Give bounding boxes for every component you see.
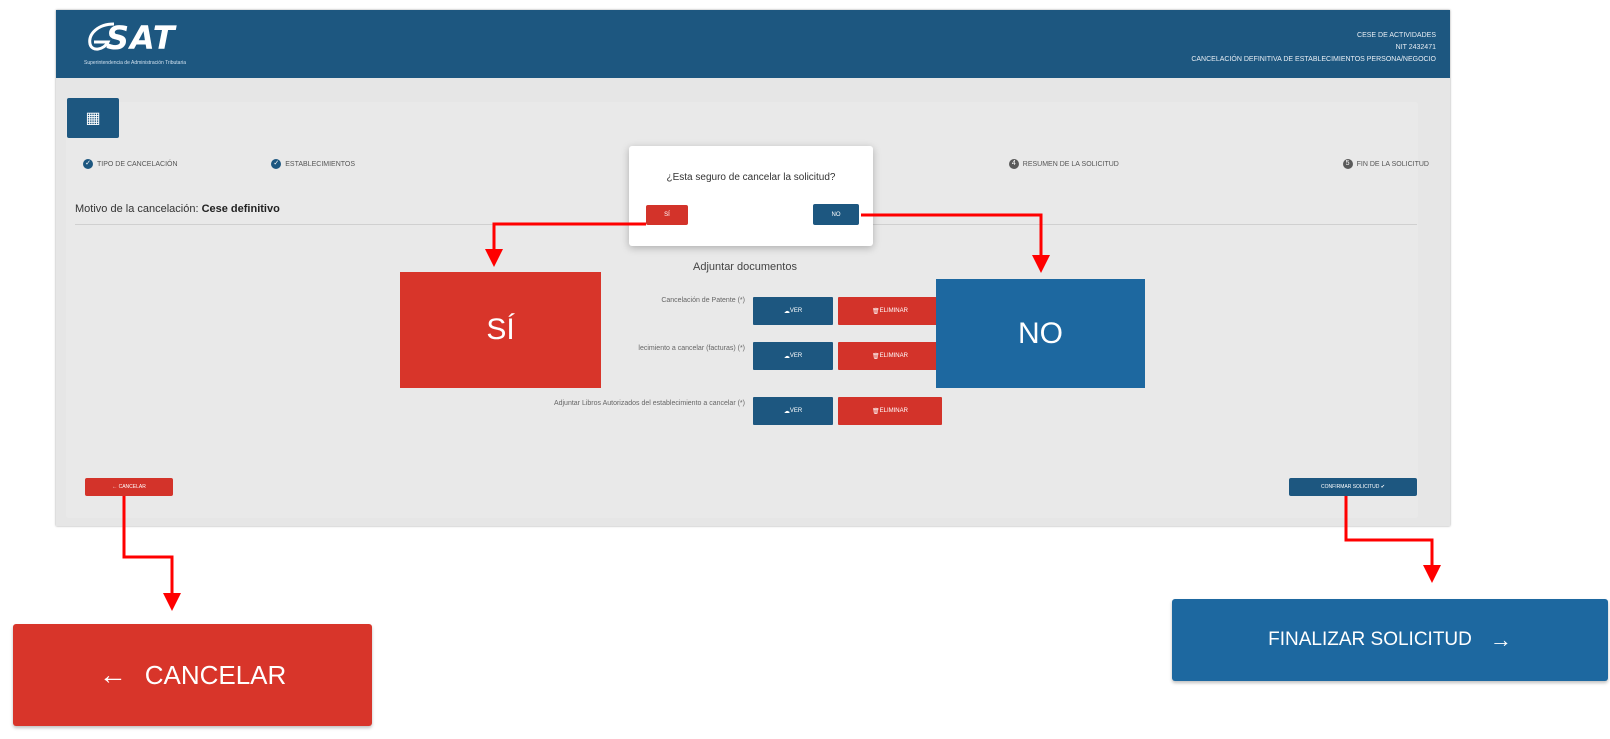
cancel-button[interactable]: ← CANCELAR: [85, 478, 173, 496]
step-resumen[interactable]: 4 RESUMEN DE LA SOLICITUD: [1008, 159, 1119, 169]
dialog-no-button[interactable]: NO: [813, 204, 859, 225]
adjuntar-title: Adjuntar documentos: [693, 261, 797, 273]
doc-label-libros: Adjuntar Libros Autorizados del establec…: [553, 400, 745, 407]
header-info-process: CANCELACIÓN DEFINITIVA DE ESTABLECIMIENT…: [1191, 56, 1436, 63]
callout-no: NO: [936, 279, 1145, 388]
step-label: ESTABLECIMIENTOS: [285, 160, 356, 168]
header-info-title: CESE DE ACTIVIDADES: [1357, 32, 1436, 39]
dialog-yes-button[interactable]: SÍ: [646, 205, 688, 225]
check-circle-icon: ✔: [1380, 484, 1385, 490]
confirm-dialog: ¿Esta seguro de cancelar la solicitud? S…: [629, 146, 873, 246]
top-bar: SAT Superintendencia de Administración T…: [56, 10, 1450, 78]
confirm-label: CONFIRMAR SOLICITUD: [1321, 484, 1380, 490]
doc-label-facturas: lecimiento a cancelar (facturas) (*): [638, 345, 745, 352]
app-screenshot: SAT Superintendencia de Administración T…: [56, 10, 1450, 526]
header-info: CESE DE ACTIVIDADES NIT 2432471 CANCELAC…: [1191, 30, 1436, 66]
logo-subtitle: Superintendencia de Administración Tribu…: [84, 60, 187, 66]
step-tipo-cancelacion[interactable]: ✓ TIPO DE CANCELACIÓN: [83, 159, 178, 169]
arrow-right-icon: →: [1489, 627, 1512, 652]
logo-swoosh-icon: [88, 22, 115, 51]
eliminar-button[interactable]: 🗑 ELIMINAR: [838, 342, 942, 370]
motivo-label: Motivo de la cancelación:: [75, 203, 199, 215]
check-icon: ✓: [83, 159, 93, 169]
callout-finalizar-button: FINALIZAR SOLICITUD →: [1172, 599, 1608, 681]
motivo-cancelacion: Motivo de la cancelación: Cese definitiv…: [75, 203, 280, 215]
step-number-badge: 5: [1342, 159, 1353, 169]
doc-label-patente: Cancelación de Patente (*): [661, 297, 745, 304]
step-number-badge: 4: [1008, 159, 1019, 169]
step-label: TIPO DE CANCELACIÓN: [97, 160, 178, 168]
step-establecimientos[interactable]: ✓ ESTABLECIMIENTOS: [271, 159, 355, 169]
check-icon: ✓: [271, 159, 282, 169]
confirm-button[interactable]: CONFIRMAR SOLICITUD ✔: [1289, 478, 1417, 496]
motivo-value: Cese definitivo: [201, 203, 280, 215]
callout-si: SÍ: [400, 272, 601, 388]
step-label: RESUMEN DE LA SOLICITUD: [1022, 160, 1119, 168]
eliminar-button[interactable]: 🗑 ELIMINAR: [838, 397, 942, 425]
ver-button[interactable]: ☁ VER: [753, 342, 833, 370]
sat-logo: SAT Superintendencia de Administración T…: [84, 22, 186, 66]
ver-button[interactable]: ☁ VER: [753, 297, 833, 325]
dialog-question: ¿Esta seguro de cancelar la solicitud?: [666, 172, 836, 183]
ver-button[interactable]: ☁ VER: [753, 397, 833, 425]
arrow-left-icon: ←: [98, 659, 127, 690]
building-icon: ▦: [67, 98, 119, 138]
eliminar-button[interactable]: 🗑 ELIMINAR: [838, 297, 942, 325]
step-fin[interactable]: 5 FIN DE LA SOLICITUD: [1342, 159, 1429, 169]
step-label: FIN DE LA SOLICITUD: [1356, 160, 1429, 168]
callout-final-label: FINALIZAR SOLICITUD: [1268, 629, 1472, 650]
callout-cancel-label: CANCELAR: [144, 659, 287, 690]
callout-cancel-button: ← CANCELAR: [13, 624, 372, 726]
header-info-nit: NIT 2432471: [1395, 44, 1436, 51]
